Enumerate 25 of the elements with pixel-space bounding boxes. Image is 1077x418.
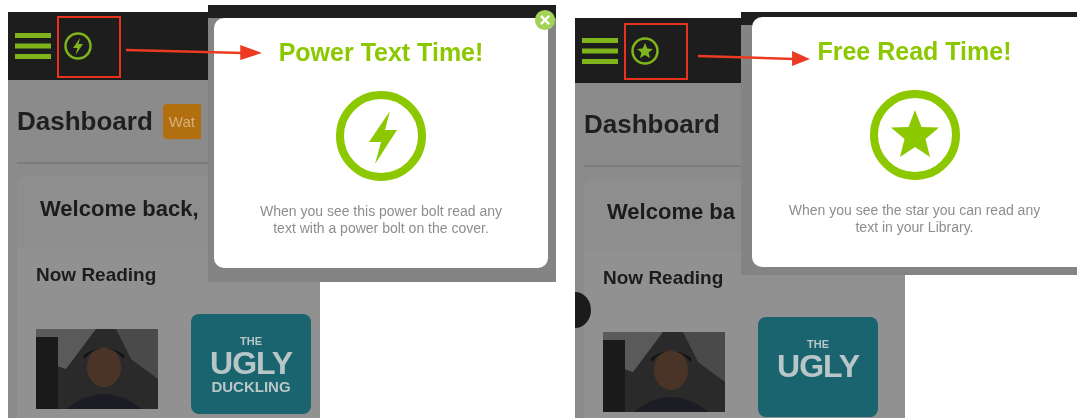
cover-title: UGLY bbox=[210, 347, 292, 379]
highlight-box bbox=[57, 16, 121, 78]
section-title: Now Reading bbox=[36, 264, 157, 285]
book-cover[interactable]: THE UGLY bbox=[758, 317, 878, 417]
popup-message: When you see the star you can read any text in your Library. bbox=[787, 202, 1042, 236]
popup-message: When you see this power bolt read any text with a power bolt on the cover. bbox=[259, 203, 503, 237]
bolt-icon[interactable] bbox=[63, 31, 93, 61]
cover-title: THE bbox=[807, 339, 829, 350]
bolt-icon bbox=[335, 90, 427, 182]
cover-title: UGLY bbox=[777, 350, 859, 382]
book-cover[interactable]: THE UGLY DUCKLING bbox=[191, 314, 311, 414]
menu-icon[interactable] bbox=[15, 33, 51, 59]
menu-icon[interactable] bbox=[582, 37, 618, 64]
welcome-text: Welcome ba bbox=[607, 199, 735, 224]
welcome-text: Welcome back, bbox=[40, 196, 199, 221]
popup-title: Free Read Time! bbox=[817, 37, 1012, 66]
page-title: Dashboard bbox=[584, 108, 720, 140]
section-title: Now Reading bbox=[603, 267, 724, 288]
cover-title: DUCKLING bbox=[211, 379, 291, 394]
cover-title: THE bbox=[240, 336, 262, 347]
popup-title: Power Text Time! bbox=[278, 38, 484, 67]
close-icon[interactable] bbox=[534, 9, 556, 31]
page-title: Dashboard bbox=[17, 105, 153, 137]
highlight-box bbox=[624, 23, 688, 80]
dashboard-button[interactable]: Wat bbox=[162, 103, 201, 139]
